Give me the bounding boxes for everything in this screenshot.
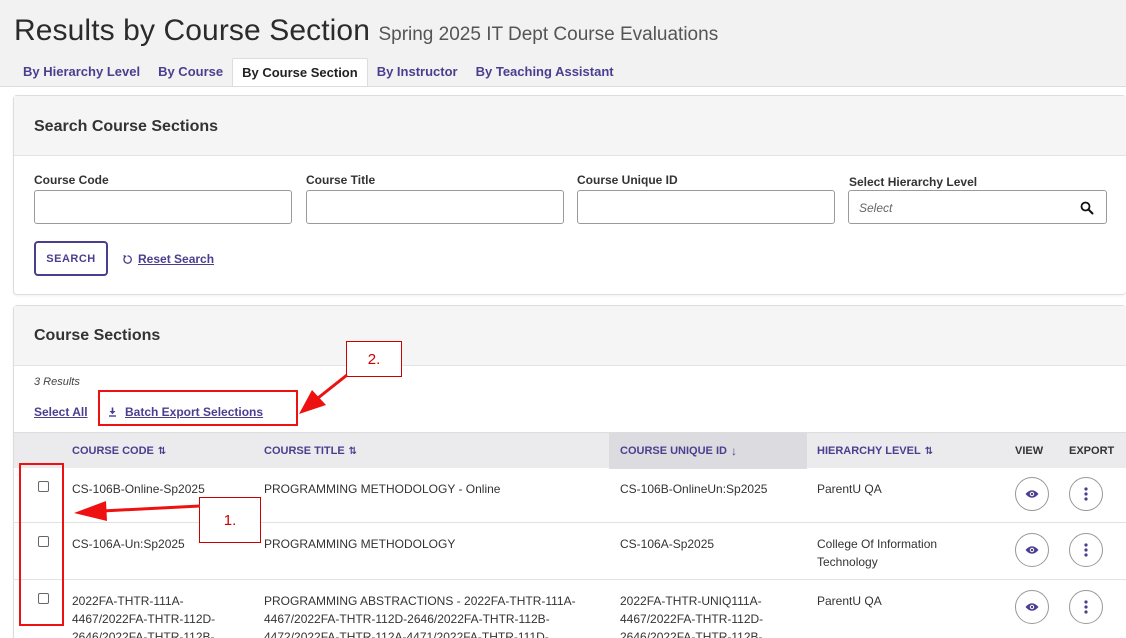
page-subtitle: Spring 2025 IT Dept Course Evaluations xyxy=(378,24,719,45)
view-button[interactable] xyxy=(1015,477,1049,511)
eye-icon xyxy=(1025,546,1039,554)
column-hierarchy-level[interactable]: HIERARCHY LEVEL ⇅ xyxy=(817,433,933,469)
reset-search-link[interactable]: Reset Search xyxy=(122,252,214,266)
column-course-unique-id[interactable]: COURSE UNIQUE ID ↓ xyxy=(609,433,807,469)
table-header: COURSE CODE ⇅ COURSE TITLE ⇅ COURSE UNIQ… xyxy=(14,432,1126,469)
hierarchy-level-placeholder: Select xyxy=(859,201,893,215)
cell-course-title: PROGRAMMING ABSTRACTIONS - 2022FA-THTR-1… xyxy=(264,594,576,638)
sort-icon: ⇅ xyxy=(348,445,358,457)
cell-course-unique-id: 2022FA-THTR-UNIQ111A- 4467/2022FA-THTR-11… xyxy=(620,594,764,638)
cell-course-code: CS-106B-Online-Sp2025 xyxy=(72,482,205,496)
course-sections-panel: Course Sections 3 Results Select All Bat… xyxy=(13,305,1126,638)
search-icon xyxy=(1080,201,1094,215)
cell-course-title: PROGRAMMING METHODOLOGY - Online xyxy=(264,482,501,496)
annotation-label-1: 1. xyxy=(199,497,261,543)
export-menu-button[interactable] xyxy=(1069,590,1103,624)
table-row: 2022FA-THTR-111A- 4467/2022FA-THTR-112D- 2… xyxy=(14,580,1126,638)
course-code-label: Course Code xyxy=(34,173,109,187)
results-count: 3 Results xyxy=(34,376,80,388)
cell-course-title: PROGRAMMING METHODOLOGY xyxy=(264,537,456,551)
reset-icon xyxy=(123,254,132,264)
cell-hierarchy-level: ParentU QA xyxy=(817,482,882,496)
tab-content: Search Course Sections Course Code Cours… xyxy=(0,86,1126,638)
course-unique-id-input[interactable] xyxy=(577,190,835,224)
column-course-code-label: COURSE CODE xyxy=(72,445,154,457)
column-export: EXPORT xyxy=(1069,445,1115,457)
course-title-input[interactable] xyxy=(306,190,564,224)
hierarchy-level-select[interactable]: Select xyxy=(848,190,1107,224)
column-hierarchy-level-label: HIERARCHY LEVEL xyxy=(817,445,921,457)
cell-hierarchy-level: ParentU QA xyxy=(817,594,882,608)
tab-bar: By Hierarchy Level By Course By Course S… xyxy=(14,58,623,86)
reset-search-label: Reset Search xyxy=(138,252,215,266)
eye-icon xyxy=(1025,603,1039,611)
column-view: VIEW xyxy=(1015,445,1044,457)
cell-hierarchy-level: College Of Information Technology xyxy=(817,537,938,569)
column-course-title-label: COURSE TITLE xyxy=(264,445,345,457)
search-panel-header: Search Course Sections xyxy=(14,96,1126,156)
course-sections-title: Course Sections xyxy=(34,327,161,344)
table-row: CS-106B-Online-Sp2025 PROGRAMMING METHOD… xyxy=(14,468,1126,523)
course-title-label: Course Title xyxy=(306,173,376,187)
export-menu-button[interactable] xyxy=(1069,477,1103,511)
cell-course-unique-id: CS-106A-Sp2025 xyxy=(620,537,715,551)
annotation-batch-export-highlight xyxy=(98,390,298,426)
kebab-menu-icon xyxy=(1084,543,1088,557)
tab-by-hierarchy-level[interactable]: By Hierarchy Level xyxy=(14,58,149,86)
view-button[interactable] xyxy=(1015,590,1049,624)
cell-course-unique-id: CS-106B-OnlineUn:Sp2025 xyxy=(620,482,768,496)
select-all-link[interactable]: Select All xyxy=(34,405,88,419)
annotation-checkbox-highlight xyxy=(19,463,64,626)
kebab-menu-icon xyxy=(1084,600,1088,614)
tab-by-teaching-assistant[interactable]: By Teaching Assistant xyxy=(467,58,623,86)
tab-by-course[interactable]: By Course xyxy=(149,58,232,86)
cell-course-code: 2022FA-THTR-111A- 4467/2022FA-THTR-112D- 2… xyxy=(72,594,216,638)
search-button[interactable]: SEARCH xyxy=(34,241,108,276)
course-sections-header: Course Sections xyxy=(14,306,1126,366)
tab-by-instructor[interactable]: By Instructor xyxy=(368,58,467,86)
column-course-title[interactable]: COURSE TITLE ⇅ xyxy=(264,433,357,469)
view-button[interactable] xyxy=(1015,533,1049,567)
export-menu-button[interactable] xyxy=(1069,533,1103,567)
table-row: CS-106A-Un:Sp2025 PROGRAMMING METHODOLOG… xyxy=(14,523,1126,580)
course-code-input[interactable] xyxy=(34,190,292,224)
page-title-main: Results by Course Section xyxy=(14,14,370,47)
eye-icon xyxy=(1025,490,1039,498)
column-course-unique-id-label: COURSE UNIQUE ID xyxy=(620,445,727,457)
page-title: Results by Course Section Spring 2025 IT… xyxy=(14,14,718,48)
cell-course-code: CS-106A-Un:Sp2025 xyxy=(72,537,185,551)
column-course-code[interactable]: COURSE CODE ⇅ xyxy=(72,433,166,469)
search-panel-title: Search Course Sections xyxy=(34,118,219,135)
tab-by-course-section[interactable]: By Course Section xyxy=(232,58,368,86)
kebab-menu-icon xyxy=(1084,487,1088,501)
course-unique-id-label: Course Unique ID xyxy=(577,173,678,187)
sort-icon: ⇅ xyxy=(924,445,934,457)
sort-descending-icon: ↓ xyxy=(730,444,737,458)
hierarchy-level-label: Select Hierarchy Level xyxy=(849,175,978,189)
annotation-label-2: 2. xyxy=(346,341,402,377)
search-panel: Search Course Sections Course Code Cours… xyxy=(13,95,1126,295)
sort-icon: ⇅ xyxy=(157,445,167,457)
